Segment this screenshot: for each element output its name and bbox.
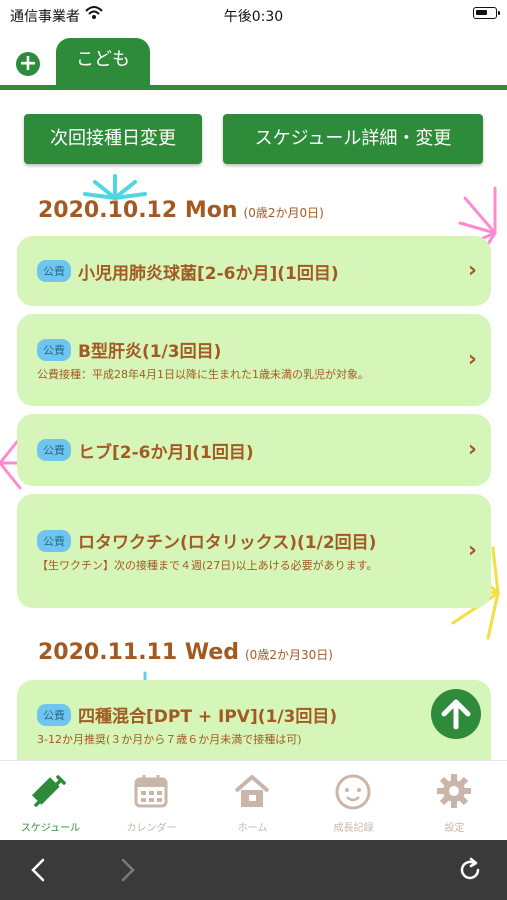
vaccine-title-row: 公費 小児用肺炎球菌[2-6か月](1回目) <box>37 259 451 284</box>
bottom-tab-bar: スケジュール カレンダー ホーム 成長記録 設定 <box>0 760 507 841</box>
schedule-list[interactable]: 2020.10.12 Mon (0歳2か月0日) 公費 小児用肺炎球菌[2-6か月… <box>0 168 507 760</box>
vaccine-title-row: 公費 四種混合[DPT + IPV](1/3回目) <box>37 702 451 727</box>
status-time: 午後0:30 <box>223 9 284 25</box>
vaccine-card[interactable]: 公費 B型肝炎(1/3回目) 公費接種：平成28年4月1日以降に生まれた1歳未満… <box>17 314 491 406</box>
public-funding-badge: 公費 <box>37 439 71 461</box>
vaccine-card[interactable]: 公費 ヒブ[2-6か月](1回目) › <box>17 414 491 486</box>
add-child-button[interactable]: + <box>16 52 40 76</box>
date-text: 2020.10.12 Mon <box>38 198 238 223</box>
tab-underline <box>0 85 507 90</box>
tab-label: 成長記録 <box>333 823 374 834</box>
reload-icon[interactable] <box>456 856 484 884</box>
tab-label: カレンダー <box>126 823 177 834</box>
age-text: (0歳2か月0日) <box>243 206 324 220</box>
vaccine-name: 小児用肺炎球菌[2-6か月](1回目) <box>78 263 339 284</box>
vaccine-name: ヒブ[2-6か月](1回目) <box>78 442 254 463</box>
syringe-icon <box>31 775 66 807</box>
tab-growth-record[interactable]: 成長記録 <box>303 761 404 841</box>
baby-face-icon <box>335 774 371 810</box>
chevron-right-icon: › <box>467 258 477 283</box>
tab-label: ホーム <box>237 823 268 834</box>
change-next-date-button[interactable]: 次回接種日変更 <box>24 114 202 164</box>
forward-arrow-icon[interactable] <box>118 856 138 884</box>
arrow-up-icon <box>431 689 481 739</box>
vaccine-card[interactable]: 公費 小児用肺炎球菌[2-6か月](1回目) › <box>17 236 491 306</box>
status-bar: 通信事業者 午後0:30 <box>0 0 507 30</box>
date-heading: 2020.11.11 Wed (0歳2か月30日) <box>38 640 333 665</box>
public-funding-badge: 公費 <box>37 338 71 361</box>
vaccine-card[interactable]: 公費 四種混合[DPT + IPV](1/3回目) 3-12か月推奨(３か月から… <box>17 680 491 760</box>
chevron-right-icon: › <box>467 538 477 563</box>
calendar-icon <box>134 775 168 808</box>
child-tab-header: + こども <box>0 30 507 92</box>
tab-label: スケジュール <box>20 823 81 834</box>
vaccine-name: ロタワクチン(ロタリックス)(1/2回目) <box>78 533 377 553</box>
vaccine-name: B型肝炎(1/3回目) <box>78 342 222 362</box>
public-funding-badge: 公費 <box>37 260 71 282</box>
date-text: 2020.11.11 Wed <box>38 640 239 665</box>
vaccine-card[interactable]: 公費 ロタワクチン(ロタリックス)(1/2回目) 【生ワクチン】次の接種まで４週… <box>17 494 491 608</box>
tab-calendar[interactable]: カレンダー <box>101 761 202 841</box>
vaccine-title-row: 公費 B型肝炎(1/3回目) <box>37 337 451 362</box>
vaccine-title-row: 公費 ロタワクチン(ロタリックス)(1/2回目) <box>37 528 451 553</box>
back-arrow-icon[interactable] <box>28 856 48 884</box>
tab-home[interactable]: ホーム <box>202 761 303 841</box>
schedule-detail-button[interactable]: スケジュール詳細・変更 <box>223 114 483 164</box>
vaccine-note: 公費接種：平成28年4月1日以降に生まれた1歳未満の乳児が対象。 <box>37 368 369 381</box>
tab-schedule[interactable]: スケジュール <box>0 761 101 841</box>
tab-label: 設定 <box>444 823 465 834</box>
vaccine-note: 3-12か月推奨(３か月から７歳６か月未満で接種は可) <box>37 733 302 746</box>
age-text: (0歳2か月30日) <box>245 648 333 662</box>
chevron-right-icon: › <box>467 347 477 372</box>
date-heading: 2020.10.12 Mon (0歳2か月0日) <box>38 198 324 223</box>
vaccine-name: 四種混合[DPT + IPV](1/3回目) <box>78 707 338 727</box>
battery-icon <box>473 7 500 19</box>
chevron-right-icon: › <box>467 437 477 462</box>
vaccine-title-row: 公費 ヒブ[2-6か月](1回目) <box>37 438 451 463</box>
public-funding-badge: 公費 <box>37 703 71 726</box>
tab-child[interactable]: こども <box>56 38 150 86</box>
home-icon <box>234 775 270 807</box>
vaccine-note: 【生ワクチン】次の接種まで４週(27日)以上あける必要があります。 <box>37 559 378 572</box>
tab-settings[interactable]: 設定 <box>404 761 505 841</box>
public-funding-badge: 公費 <box>37 529 71 552</box>
gear-icon <box>437 774 471 808</box>
browser-toolbar <box>0 840 507 900</box>
scroll-to-top-button[interactable] <box>424 682 488 746</box>
